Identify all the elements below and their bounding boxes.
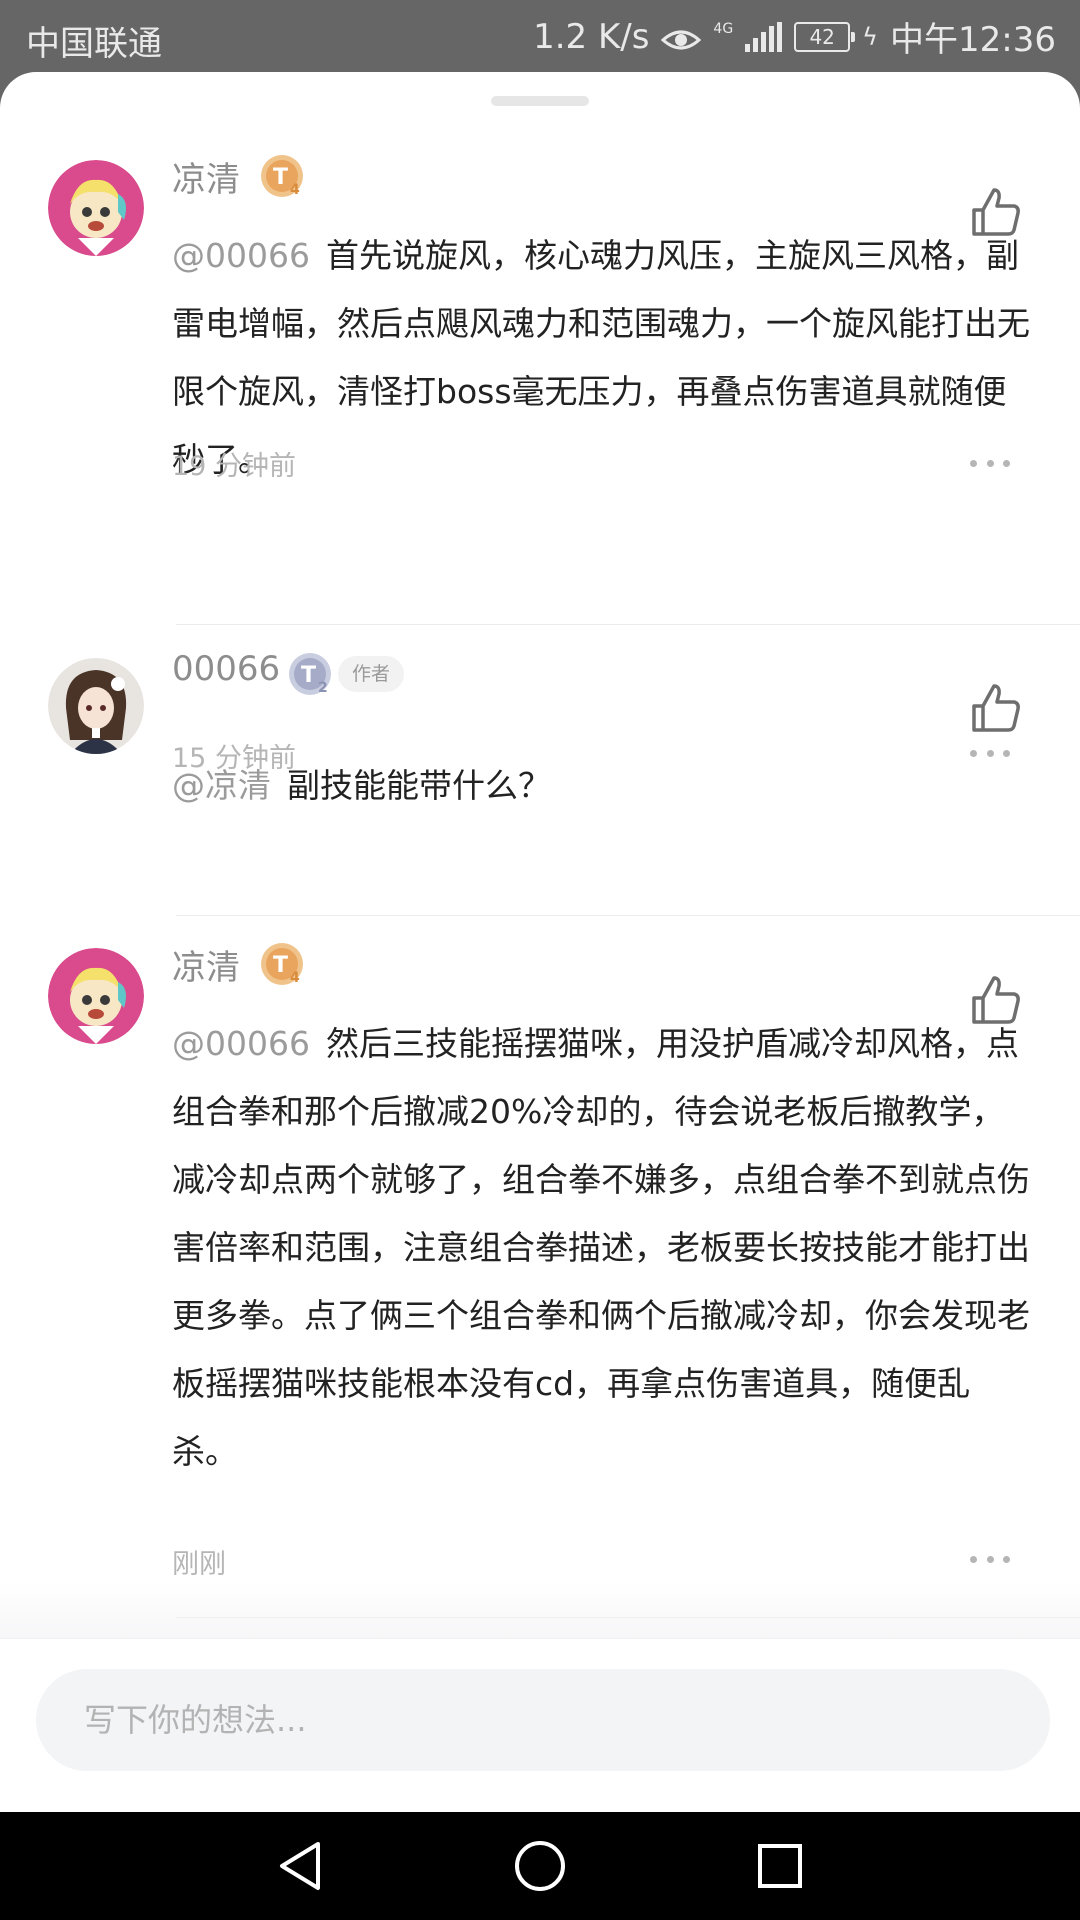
signal-icon [745, 21, 783, 52]
more-dots-icon[interactable] [970, 458, 1010, 468]
comment-time: 刚刚 [172, 1549, 226, 1580]
username[interactable]: 凉清 [172, 152, 240, 201]
svg-text:T: T [273, 165, 288, 190]
comment-content: 然后三技能摇摆猫咪，用没护盾减冷却风格，点组合拳和那个后撤减20%冷却的，待会说… [172, 1024, 1030, 1471]
comment-text: @00066 首先说旋风，核心魂力风压，主旋风三风格，副雷电增幅，然后点飓风魂力和… [172, 222, 1032, 494]
comment-content: 副技能能带什么？ [287, 766, 551, 805]
network-speed: 1.2 K/s [533, 16, 650, 57]
comment-text: @00066 然后三技能摇摆猫咪，用没护盾减冷却风格，点组合拳和那个后撤减20%冷… [172, 1010, 1032, 1486]
level-badge-icon: T4 [260, 154, 304, 198]
battery-icon: 42 [794, 21, 856, 52]
system-nav-bar [0, 1812, 1080, 1920]
username[interactable]: 00066 [172, 649, 280, 689]
divider [176, 624, 1080, 625]
more-dots-icon[interactable] [970, 1554, 1010, 1564]
recents-square-icon[interactable] [750, 1838, 810, 1894]
mention-link[interactable]: @00066 [172, 236, 310, 275]
avatar[interactable] [48, 160, 144, 256]
comments-sheet: 凉清 T4 @00066 首先说旋风，核心魂力风压，主旋风三风格，副雷电增幅，然后… [0, 72, 1080, 1812]
avatar[interactable] [48, 948, 144, 1044]
username[interactable]: 凉清 [172, 940, 240, 989]
carrier-label: 中国联通 [26, 24, 162, 64]
status-bar: 中国联通 1.2 K/s 4G 42 ϟ 中午12:36 [0, 0, 1080, 75]
drag-handle[interactable] [491, 96, 589, 106]
svg-text:2: 2 [318, 680, 328, 696]
comment-time: 19 分钟前 [172, 451, 296, 482]
mention-link[interactable]: @00066 [172, 1024, 310, 1063]
comment-text: @凉清 副技能能带什么？ [172, 752, 1032, 820]
level-badge-icon: T2 [288, 652, 332, 696]
svg-text:T: T [273, 953, 288, 978]
network-type: 4G [713, 20, 734, 37]
clock: 中午12:36 [890, 20, 1056, 60]
level-badge-icon: T4 [260, 942, 304, 986]
divider [176, 915, 1080, 916]
scroll-fade [0, 1582, 1080, 1642]
author-tag: 作者 [338, 656, 405, 692]
eye-icon [661, 23, 702, 51]
home-circle-icon[interactable] [510, 1838, 570, 1894]
comment-time: 15 分钟前 [172, 743, 296, 774]
avatar[interactable] [48, 658, 144, 754]
charging-icon: ϟ [862, 22, 879, 51]
more-dots-icon[interactable] [970, 748, 1010, 758]
thumbs-up-icon[interactable] [970, 682, 1022, 734]
comment-input[interactable] [36, 1669, 1050, 1771]
svg-text:T: T [301, 663, 316, 688]
svg-text:4: 4 [290, 182, 300, 198]
svg-text:4: 4 [290, 970, 300, 986]
comment-input-bar [0, 1638, 1080, 1812]
back-triangle-icon[interactable] [272, 1838, 332, 1894]
